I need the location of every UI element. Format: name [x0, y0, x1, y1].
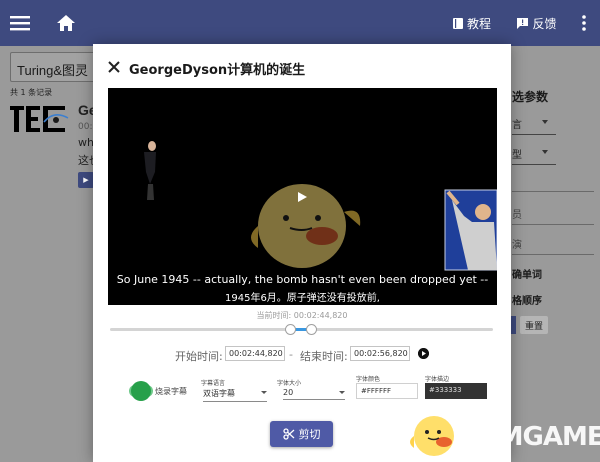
- tutorial-button[interactable]: 教程: [448, 0, 496, 46]
- watermark-mascot-logo: [410, 416, 454, 456]
- more-vert-icon: [582, 15, 586, 31]
- subtitle-language-value: 双语字幕: [203, 389, 235, 398]
- search-input[interactable]: Turing&图灵: [10, 52, 96, 82]
- filter-type-value: 型: [512, 150, 522, 161]
- home-button[interactable]: [52, 0, 80, 46]
- subtitle-chinese: 1945年6月。原子弹还没有投放前,: [225, 293, 380, 304]
- cut-button[interactable]: 剪切: [270, 421, 333, 447]
- close-icon[interactable]: [107, 60, 121, 74]
- result-thumbnail[interactable]: [10, 104, 72, 134]
- burn-subtitle-label: 烧录字幕: [155, 387, 187, 396]
- clip-dialog: GeorgeDyson计算机的诞生 So June 1945 -- actual…: [93, 44, 511, 462]
- filter-type-select[interactable]: 型: [512, 146, 556, 165]
- filter-language-select[interactable]: 言: [512, 116, 556, 135]
- feedback-icon: [517, 17, 529, 29]
- filter-panel-title: 选参数: [512, 90, 549, 104]
- font-size-label: 字体大小: [277, 380, 302, 387]
- start-time-label: 开始时间:: [175, 350, 223, 363]
- current-time-label: 当前时间: 00:02:44,820: [256, 311, 348, 320]
- timeline-end-handle[interactable]: [306, 324, 317, 335]
- font-stroke-label: 字体描边: [425, 376, 450, 383]
- burn-subtitle-toggle-knob: [131, 381, 151, 401]
- end-time-input[interactable]: 00:02:56,820: [350, 346, 410, 361]
- record-count: 共 1 条记录: [10, 88, 53, 97]
- filter-option-exact-word[interactable]: 确单词: [512, 266, 542, 281]
- cut-label: 剪切: [298, 428, 321, 441]
- font-size-select[interactable]: 20: [283, 388, 345, 400]
- subtitle-language-select[interactable]: 双语字幕: [203, 388, 267, 402]
- end-time-label: 结束时间:: [300, 350, 348, 363]
- video-player[interactable]: So June 1945 -- actually, the bomb hasn'…: [108, 88, 497, 305]
- tutorial-label: 教程: [466, 16, 491, 31]
- start-time-input[interactable]: 00:02:44,820: [225, 346, 285, 361]
- book-icon: [452, 17, 463, 29]
- font-size-value: 20: [283, 388, 294, 397]
- filter-option-strict-order[interactable]: 格顺序: [512, 292, 542, 307]
- hamburger-menu-button[interactable]: [6, 0, 34, 46]
- subtitle-english: So June 1945 -- actually, the bomb hasn'…: [116, 273, 489, 286]
- filter-field-2[interactable]: 员: [512, 206, 594, 225]
- top-app-bar: 教程 反馈: [0, 0, 600, 46]
- home-icon: [57, 15, 75, 31]
- font-color-label: 字体颜色: [356, 376, 381, 383]
- feedback-button[interactable]: 反馈: [512, 0, 562, 46]
- watermark-text: 3DMGAME: [460, 422, 600, 452]
- chevron-down-icon: [261, 391, 267, 394]
- filter-language-value: 言: [512, 120, 522, 131]
- hamburger-icon: [10, 16, 30, 31]
- more-options-button[interactable]: [574, 0, 594, 46]
- preview-play-icon[interactable]: [418, 348, 429, 359]
- chevron-down-icon: [339, 391, 345, 394]
- scissors-icon: [282, 428, 294, 440]
- filter-field-3[interactable]: 演: [512, 236, 594, 255]
- subtitle-language-label: 字幕语言: [201, 380, 226, 387]
- time-range-dash: -: [289, 348, 293, 361]
- font-stroke-input[interactable]: #333333: [425, 383, 487, 399]
- font-color-input[interactable]: #FFFFFF: [356, 383, 418, 399]
- filter-reset-button[interactable]: 重置: [520, 316, 548, 334]
- timeline-start-handle[interactable]: [285, 324, 296, 335]
- result-play-button[interactable]: ▶: [78, 172, 94, 188]
- feedback-label: 反馈: [532, 16, 557, 31]
- filter-field-1[interactable]: [512, 174, 594, 192]
- dialog-title: GeorgeDyson计算机的诞生: [129, 63, 306, 78]
